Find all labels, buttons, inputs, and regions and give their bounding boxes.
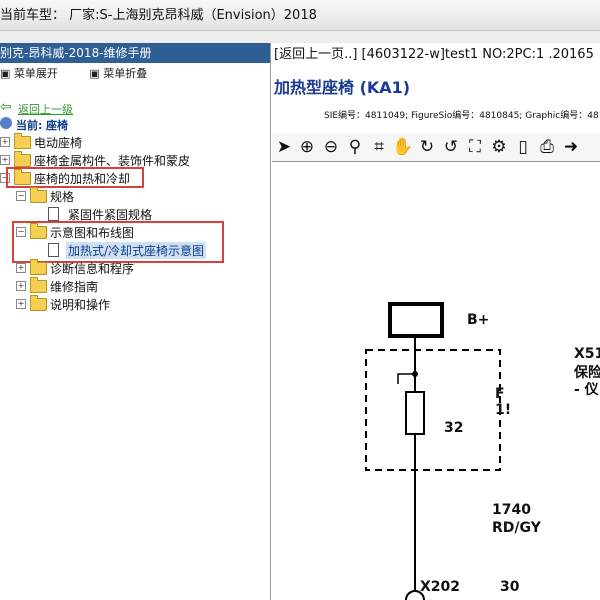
folder-icon xyxy=(30,295,47,311)
search-icon[interactable]: ⚲ xyxy=(344,136,366,158)
pointer-icon[interactable]: ➤ xyxy=(273,136,295,158)
connector-bottom-label: X202 xyxy=(420,579,461,595)
user-icon xyxy=(0,117,12,129)
expand-icon[interactable]: + xyxy=(16,263,26,273)
highlight-box xyxy=(6,167,144,188)
rotate-icon[interactable]: ↻ xyxy=(416,136,438,158)
document-nav-bar[interactable]: [返回上一页..] [4603122-w]test1 NO:2PC:1 .201… xyxy=(274,43,594,62)
document-title: 加热型座椅 (KA1) xyxy=(274,78,411,97)
viewer-toolbar: ➤ ⊕ ⊖ ⚲ ⌗ ✋ ↻ ↺ ⛶ ⚙ ▯ ⎙ ➜ xyxy=(272,133,600,162)
page-icon[interactable]: ▯ xyxy=(512,136,534,158)
window-menu-strip xyxy=(0,31,600,43)
folder-icon xyxy=(30,277,47,293)
fuse-side-letter: F xyxy=(495,386,505,402)
battery-terminal xyxy=(388,302,444,338)
expand-icon[interactable]: + xyxy=(16,299,26,309)
fuse-number: 32 xyxy=(444,420,464,436)
fuse-block-outline xyxy=(365,349,501,471)
wire-color: RD/GY xyxy=(492,520,541,536)
expand-icon[interactable]: + xyxy=(16,281,26,291)
zoom-out-icon[interactable]: ⊖ xyxy=(320,136,342,158)
connector-right-label: X51 xyxy=(574,346,600,362)
hand-icon[interactable]: ✋ xyxy=(392,136,414,158)
tree-item-label: 说明和操作 xyxy=(50,298,111,312)
settings-icon[interactable]: ⚙ xyxy=(488,136,510,158)
fit-icon[interactable]: ⛶ xyxy=(464,136,486,158)
document-icon xyxy=(48,207,59,221)
crop-icon[interactable]: ⌗ xyxy=(368,136,390,158)
tree-item-label: 维修指南 xyxy=(50,280,99,294)
tree: ⇦ 返回上一级 当前: 座椅 + 电动座椅 + 座椅金属构件、装饰件和蒙皮 − … xyxy=(0,43,270,600)
fuse-symbol xyxy=(405,391,425,435)
folder-icon xyxy=(14,133,31,149)
b-plus-label: B+ xyxy=(467,312,490,328)
wiring-diagram-svg xyxy=(365,302,501,600)
document-meta: SIE编号：4811049; FigureSio编号：4810845; Grap… xyxy=(324,111,600,121)
document-panel: [返回上一页..] [4603122-w]test1 NO:2PC:1 .201… xyxy=(272,43,600,600)
folder-icon xyxy=(30,259,47,275)
current-value: 座椅 xyxy=(46,119,68,132)
right-label-2: - 仪 xyxy=(574,382,599,398)
forward-icon[interactable]: ➜ xyxy=(560,136,582,158)
refresh-icon[interactable]: ↺ xyxy=(440,136,462,158)
fuse-side-digits: 1! xyxy=(495,402,512,418)
current-prefix: 当前: xyxy=(16,119,43,132)
expand-icon[interactable]: + xyxy=(0,137,10,147)
zoom-in-icon[interactable]: ⊕ xyxy=(296,136,318,158)
expand-icon[interactable]: + xyxy=(0,155,10,165)
open-folder-icon xyxy=(30,187,47,203)
tree-item-label: 诊断信息和程序 xyxy=(50,262,135,276)
print-icon[interactable]: ⎙ xyxy=(536,136,558,158)
collapse-icon[interactable]: − xyxy=(16,191,26,201)
back-arrow-icon: ⇦ xyxy=(0,99,12,115)
wiring-diagram: B+ 32 F 1! X51 保险 - 仪 1740 RD/GY X202 30 xyxy=(272,162,600,600)
window-title: 当前车型： 厂家:S-上海别克昂科威（Envision）2018 xyxy=(0,8,317,23)
tree-item-label: 规格 xyxy=(50,190,75,204)
wire-number: 1740 xyxy=(492,502,531,518)
navigation-tree-panel: 别克-昂科威-2018-维修手册 ▣ 菜单展开 ▣ 菜单折叠 ⇦ 返回上一级 当… xyxy=(0,43,271,600)
back-link-label[interactable]: 返回上一级 xyxy=(18,101,73,117)
window-titlebar: 当前车型： 厂家:S-上海别克昂科威（Envision）2018 xyxy=(0,0,600,31)
folder-icon xyxy=(14,151,31,167)
pin-number: 30 xyxy=(500,579,520,595)
tree-item-label: 电动座椅 xyxy=(34,136,83,150)
highlight-box xyxy=(12,221,224,263)
